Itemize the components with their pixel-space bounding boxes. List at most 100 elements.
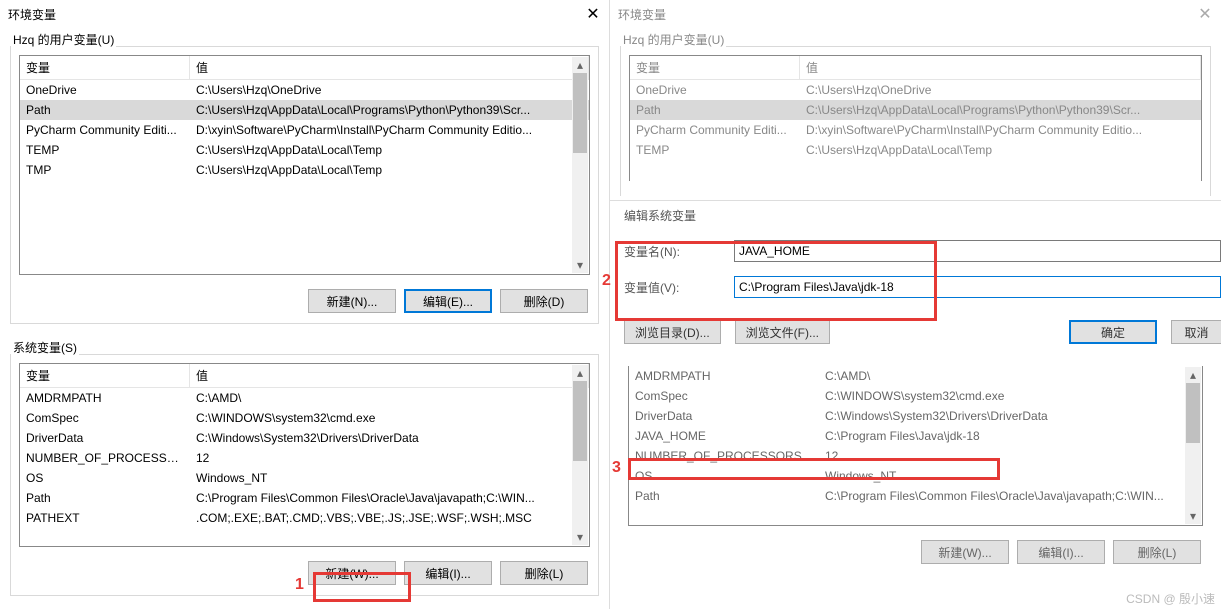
cell-value: C:\WINDOWS\system32\cmd.exe [190, 408, 589, 428]
new-button[interactable]: 新建(W)... [921, 540, 1009, 564]
table-row[interactable]: PATHEXT.COM;.EXE;.BAT;.CMD;.VBS;.VBE;.JS… [20, 508, 589, 528]
table-row[interactable]: ComSpecC:\WINDOWS\system32\cmd.exe [20, 408, 589, 428]
sys-vars-buttons: 新建(W)... 编辑(I)... 删除(L) [11, 555, 598, 595]
new-button[interactable]: 新建(N)... [308, 289, 396, 313]
scroll-up-icon[interactable]: ▴ [572, 365, 588, 381]
cell-variable: PyCharm Community Editi... [20, 120, 190, 140]
col-variable[interactable]: 变量 [20, 364, 190, 387]
cell-variable: Path [20, 100, 190, 120]
table-row[interactable]: PyCharm Community Editi...D:\xyin\Softwa… [630, 120, 1201, 140]
table-row[interactable]: PathC:\Program Files\Common Files\Oracle… [629, 486, 1202, 506]
table-row[interactable]: PyCharm Community Editi...D:\xyin\Softwa… [20, 120, 589, 140]
cell-variable: TMP [20, 160, 190, 180]
var-name-input[interactable] [734, 240, 1221, 262]
cell-value: C:\Users\Hzq\AppData\Local\Programs\Pyth… [800, 100, 1201, 120]
delete-button[interactable]: 删除(L) [1113, 540, 1201, 564]
cell-variable: OneDrive [20, 80, 190, 100]
cell-value: 12 [819, 446, 1202, 466]
table-row[interactable]: OSWindows_NT [629, 466, 1202, 486]
table-row[interactable]: TEMPC:\Users\Hzq\AppData\Local\Temp [20, 140, 589, 160]
user-vars-group: Hzq 的用户变量(U) 变量 值 OneDriveC:\Users\Hzq\O… [620, 46, 1211, 196]
cell-variable: DriverData [629, 406, 819, 426]
sys-vars-rows: AMDRMPATHC:\AMD\ComSpecC:\WINDOWS\system… [629, 366, 1202, 506]
cell-variable: OS [629, 466, 819, 486]
table-row[interactable]: JAVA_HOMEC:\Program Files\Java\jdk-18 [629, 426, 1202, 446]
titlebar: 环境变量 ✕ [0, 0, 609, 28]
scroll-thumb[interactable] [573, 381, 587, 461]
delete-button[interactable]: 删除(D) [500, 289, 588, 313]
cell-variable: Path [20, 488, 190, 508]
table-row[interactable]: TMPC:\Users\Hzq\AppData\Local\Temp [20, 160, 589, 180]
ok-button[interactable]: 确定 [1069, 320, 1157, 344]
edit-panel-title: 编辑系统变量 [624, 207, 1221, 224]
scroll-thumb[interactable] [1186, 383, 1200, 443]
cell-variable: AMDRMPATH [629, 366, 819, 386]
table-row[interactable]: PathC:\Users\Hzq\AppData\Local\Programs\… [20, 100, 589, 120]
cell-value: Windows_NT [819, 466, 1202, 486]
scroll-down-icon[interactable]: ▾ [572, 529, 588, 545]
scrollbar[interactable]: ▴ ▾ [1185, 367, 1201, 524]
new-button[interactable]: 新建(W)... [308, 561, 396, 585]
scroll-down-icon[interactable]: ▾ [1185, 508, 1201, 524]
scroll-down-icon[interactable]: ▾ [572, 257, 588, 273]
env-vars-dialog-right: 环境变量 ✕ Hzq 的用户变量(U) 变量 值 OneDriveC:\User… [610, 0, 1221, 609]
cell-value: C:\AMD\ [819, 366, 1202, 386]
cell-value: C:\Users\Hzq\AppData\Local\Temp [800, 140, 1201, 160]
var-value-input[interactable] [734, 276, 1221, 298]
cell-value: .COM;.EXE;.BAT;.CMD;.VBS;.VBE;.JS;.JSE;.… [190, 508, 589, 528]
cancel-button[interactable]: 取消 [1171, 320, 1221, 344]
edit-button[interactable]: 编辑(E)... [404, 289, 492, 313]
table-row[interactable]: OneDriveC:\Users\Hzq\OneDrive [630, 80, 1201, 100]
user-vars-label: Hzq 的用户变量(U) [11, 31, 116, 48]
var-name-label: 变量名(N): [624, 243, 734, 260]
table-row[interactable]: DriverDataC:\Windows\System32\Drivers\Dr… [629, 406, 1202, 426]
table-row[interactable]: NUMBER_OF_PROCESSORS12 [629, 446, 1202, 466]
table-row[interactable]: TEMPC:\Users\Hzq\AppData\Local\Temp [630, 140, 1201, 160]
browse-dir-button[interactable]: 浏览目录(D)... [624, 320, 721, 344]
col-value[interactable]: 值 [190, 364, 589, 387]
table-header: 变量 值 [630, 56, 1201, 80]
edit-sys-var-panel: 编辑系统变量 变量名(N): 变量值(V): 浏览目录(D)... 浏览文件(F… [610, 200, 1221, 358]
cell-value: C:\AMD\ [190, 388, 589, 408]
user-vars-buttons: 新建(N)... 编辑(E)... 删除(D) [11, 283, 598, 323]
user-vars-rows: OneDriveC:\Users\Hzq\OneDrivePathC:\User… [20, 80, 589, 180]
edit-button[interactable]: 编辑(I)... [1017, 540, 1105, 564]
edit-button[interactable]: 编辑(I)... [404, 561, 492, 585]
cell-variable: OS [20, 468, 190, 488]
cell-variable: JAVA_HOME [629, 426, 819, 446]
close-icon[interactable]: ✕ [1195, 4, 1215, 24]
cell-value: C:\Program Files\Java\jdk-18 [819, 426, 1202, 446]
table-row[interactable]: AMDRMPATHC:\AMD\ [629, 366, 1202, 386]
scroll-thumb[interactable] [573, 73, 587, 153]
titlebar: 环境变量 ✕ [610, 0, 1221, 28]
table-row[interactable]: ComSpecC:\WINDOWS\system32\cmd.exe [629, 386, 1202, 406]
table-row[interactable]: PathC:\Users\Hzq\AppData\Local\Programs\… [630, 100, 1201, 120]
cell-variable: DriverData [20, 428, 190, 448]
scrollbar[interactable]: ▴ ▾ [572, 57, 588, 273]
scrollbar[interactable]: ▴ ▾ [572, 365, 588, 545]
col-value[interactable]: 值 [800, 56, 1201, 79]
table-row[interactable]: PathC:\Program Files\Common Files\Oracle… [20, 488, 589, 508]
cell-variable: OneDrive [630, 80, 800, 100]
delete-button[interactable]: 删除(L) [500, 561, 588, 585]
table-row[interactable]: DriverDataC:\Windows\System32\Drivers\Dr… [20, 428, 589, 448]
scroll-up-icon[interactable]: ▴ [572, 57, 588, 73]
table-row[interactable]: OSWindows_NT [20, 468, 589, 488]
cell-value: C:\Users\Hzq\OneDrive [190, 80, 589, 100]
user-vars-table: 变量 值 OneDriveC:\Users\Hzq\OneDrivePathC:… [629, 55, 1202, 181]
cell-value: C:\Users\Hzq\AppData\Local\Programs\Pyth… [190, 100, 589, 120]
table-row[interactable]: NUMBER_OF_PROCESSORS12 [20, 448, 589, 468]
scroll-up-icon[interactable]: ▴ [1185, 367, 1201, 383]
close-icon[interactable]: ✕ [583, 4, 603, 24]
table-row[interactable]: AMDRMPATHC:\AMD\ [20, 388, 589, 408]
cell-variable: TEMP [20, 140, 190, 160]
col-variable[interactable]: 变量 [630, 56, 800, 79]
col-variable[interactable]: 变量 [20, 56, 190, 79]
browse-file-button[interactable]: 浏览文件(F)... [735, 320, 830, 344]
sys-vars-table: AMDRMPATHC:\AMD\ComSpecC:\WINDOWS\system… [628, 366, 1203, 526]
table-header: 变量 值 [20, 364, 589, 388]
cell-variable: AMDRMPATH [20, 388, 190, 408]
cell-value: C:\Users\Hzq\AppData\Local\Temp [190, 160, 589, 180]
col-value[interactable]: 值 [190, 56, 589, 79]
table-row[interactable]: OneDriveC:\Users\Hzq\OneDrive [20, 80, 589, 100]
